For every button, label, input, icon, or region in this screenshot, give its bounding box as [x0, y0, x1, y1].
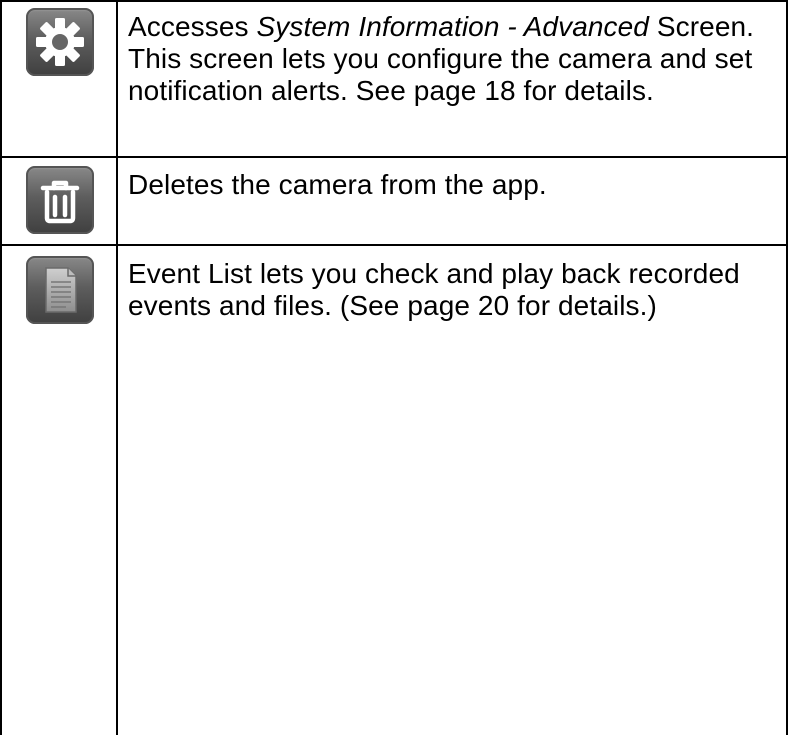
table-row-icon-cell [2, 166, 117, 234]
table-row-description: Accesses System Information - Advanced S… [128, 11, 778, 107]
table-border-left [0, 0, 2, 735]
description-text: Deletes the camera from the app. [128, 169, 547, 200]
document-list-icon [25, 256, 94, 324]
table-row-icon-cell [2, 8, 117, 76]
description-text: Accesses [128, 11, 257, 42]
gear-icon [25, 8, 94, 76]
screen-name-text: System Information - Advanced [256, 11, 649, 42]
table-row-description: Deletes the camera from the app. [128, 169, 778, 201]
table-row-description: Event List lets you check and play back … [128, 258, 778, 322]
table-divider-column [116, 0, 118, 735]
table-border-right [786, 0, 788, 735]
trash-icon [25, 166, 94, 234]
table-border-top [0, 0, 788, 2]
table-row-icon-cell [2, 256, 117, 324]
table-row-divider [0, 156, 788, 158]
description-text: Event List lets you check and play back … [128, 258, 740, 321]
feature-table: Accesses System Information - Advanced S… [0, 0, 798, 735]
table-row-divider [0, 244, 788, 246]
